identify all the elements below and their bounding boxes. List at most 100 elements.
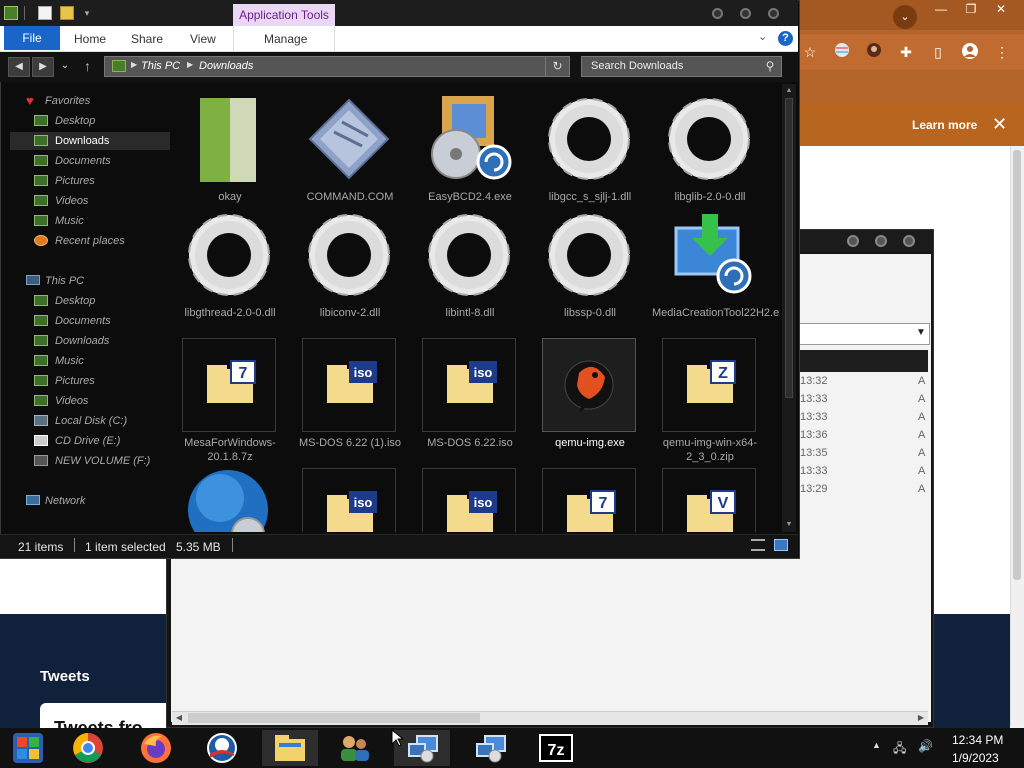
scroll-up-icon[interactable]: ▲ [782,85,796,97]
breadcrumb-downloads[interactable]: Downloads [199,60,253,72]
sevenzip-hscroll-thumb[interactable] [188,713,480,723]
volume-tray-icon[interactable]: 🔊 [918,739,933,753]
firefox-taskbar-icon[interactable] [128,730,184,766]
flag-extension-icon[interactable] [832,42,852,62]
scroll-right-icon[interactable]: ▶ [914,711,928,725]
nav-pc-cd-drive[interactable]: CD Drive (E:) [10,432,170,450]
recent-locations-icon[interactable]: ⌄ [58,57,72,77]
breadcrumb-arrow-icon[interactable]: ▶ [131,60,137,69]
browser-restore-button[interactable]: ❐ [956,0,986,20]
explorer-close-button[interactable] [768,8,779,19]
help-icon[interactable]: ? [778,31,793,46]
browser-menu-icon[interactable]: ⋮ [992,42,1012,62]
folder-green-icon [182,92,276,186]
list-item[interactable]: 13:33 A [800,411,930,429]
nav-network[interactable]: Network [10,492,170,510]
nav-pc-local-disk[interactable]: Local Disk (C:) [10,412,170,430]
nav-pc-music[interactable]: Music [10,352,170,370]
list-item[interactable]: 13:35 A [800,447,930,465]
videos-folder-icon [34,195,48,206]
chrome-taskbar-icon[interactable] [60,730,116,766]
nav-pc-videos[interactable]: Videos [10,392,170,410]
explorer-maximize-button[interactable] [740,8,751,19]
sevenzip-taskbar-icon[interactable]: 7z [528,730,584,766]
bookmark-star-icon[interactable]: ☆ [800,42,820,62]
nav-fav-videos[interactable]: Videos [10,192,170,210]
sevenzip-column-header[interactable] [798,350,928,372]
obama-campaign-taskbar-icon[interactable] [194,730,250,766]
tab-share[interactable]: Share [131,32,163,46]
nav-fav-downloads[interactable]: Downloads [10,132,170,150]
nav-pc-new-volume[interactable]: NEW VOLUME (F:) [10,452,170,470]
application-tools-tab[interactable]: Application Tools [233,4,335,26]
heart-icon: ♥ [26,93,34,108]
expand-ribbon-icon[interactable]: ⌄ [758,30,767,43]
details-view-icon[interactable] [751,539,765,551]
nav-pc-pictures[interactable]: Pictures [10,372,170,390]
network-setup-2-taskbar-icon[interactable] [462,730,518,766]
clock-date[interactable]: 1/9/2023 [952,751,999,765]
people-taskbar-icon[interactable] [326,730,382,766]
sevenzip-minimize-button[interactable] [847,235,859,247]
banner-close-icon[interactable]: ✕ [992,114,1007,135]
account-avatar-icon[interactable] [960,42,980,62]
nav-fav-documents[interactable]: Documents [10,152,170,170]
nav-this-pc[interactable]: This PC [10,272,170,290]
forward-button[interactable]: ▶ [32,57,54,77]
tab-home[interactable]: Home [74,32,106,46]
navigation-pane: ♥ Favorites Desktop Downloads Documents … [10,88,170,528]
properties-icon[interactable] [38,6,52,20]
clock-time[interactable]: 12:34 PM [952,733,1003,747]
show-hidden-icons-icon[interactable]: ▲ [872,740,881,750]
nav-fav-desktop[interactable]: Desktop [10,112,170,130]
list-item[interactable]: 13:33 A [800,393,930,411]
nav-fav-pictures[interactable]: Pictures [10,172,170,190]
tab-file[interactable]: File [4,26,60,50]
browser-minimize-button[interactable]: — [926,0,956,20]
profile-extension-icon[interactable] [864,42,884,62]
chevron-down-icon[interactable]: ▼ [916,327,926,338]
status-divider [232,538,233,552]
network-tray-icon[interactable]: 🖧 [893,739,906,760]
learn-more-link[interactable]: Learn more [912,118,977,132]
gear-icon [182,208,276,302]
nav-favorites[interactable]: ♥ Favorites [10,92,170,110]
explorer-app-icon[interactable] [4,6,18,20]
explorer-minimize-button[interactable] [712,8,723,19]
list-item[interactable]: 13:36 A [800,429,930,447]
list-item[interactable]: 13:29 A [800,483,930,501]
tab-search-button[interactable]: ⌄ [893,5,917,29]
file-explorer-taskbar-icon[interactable] [262,730,318,766]
search-icon[interactable]: ⚲ [760,57,780,76]
explorer-titlebar[interactable] [0,0,798,26]
new-folder-icon[interactable] [60,6,74,20]
back-button[interactable]: ◀ [8,57,30,77]
extensions-puzzle-icon[interactable]: ✚ [896,42,916,62]
breadcrumb-this-pc[interactable]: This PC [141,60,180,72]
this-pc-icon [112,60,126,72]
sevenzip-maximize-button[interactable] [875,235,887,247]
side-panel-icon[interactable]: ▯ [928,42,948,62]
gear-icon [542,208,636,302]
tab-view[interactable]: View [190,32,216,46]
sevenzip-close-button[interactable] [903,235,915,247]
nav-fav-music[interactable]: Music [10,212,170,230]
browser-scroll-thumb[interactable] [1013,150,1021,580]
up-arrow-icon[interactable]: ↑ [84,58,91,74]
explorer-vscroll-thumb[interactable] [785,98,793,398]
nav-fav-recent[interactable]: Recent places [10,232,170,250]
breadcrumb-arrow-icon[interactable]: ▶ [187,60,193,69]
nav-pc-desktop[interactable]: Desktop [10,292,170,310]
list-item[interactable]: 13:33 A [800,465,930,483]
browser-close-button[interactable]: ✕ [986,0,1016,20]
customize-qa-icon[interactable]: ▾ [80,6,94,20]
refresh-icon[interactable]: ↻ [545,57,569,76]
nav-pc-documents[interactable]: Documents [10,312,170,330]
nav-pc-downloads[interactable]: Downloads [10,332,170,350]
list-item[interactable]: 13:32 A [800,375,930,393]
scroll-down-icon[interactable]: ▼ [782,519,796,531]
large-icons-view-icon[interactable] [774,539,788,551]
start-button[interactable] [0,730,56,766]
tab-manage[interactable]: Manage [264,32,307,46]
scroll-left-icon[interactable]: ◀ [172,711,186,725]
